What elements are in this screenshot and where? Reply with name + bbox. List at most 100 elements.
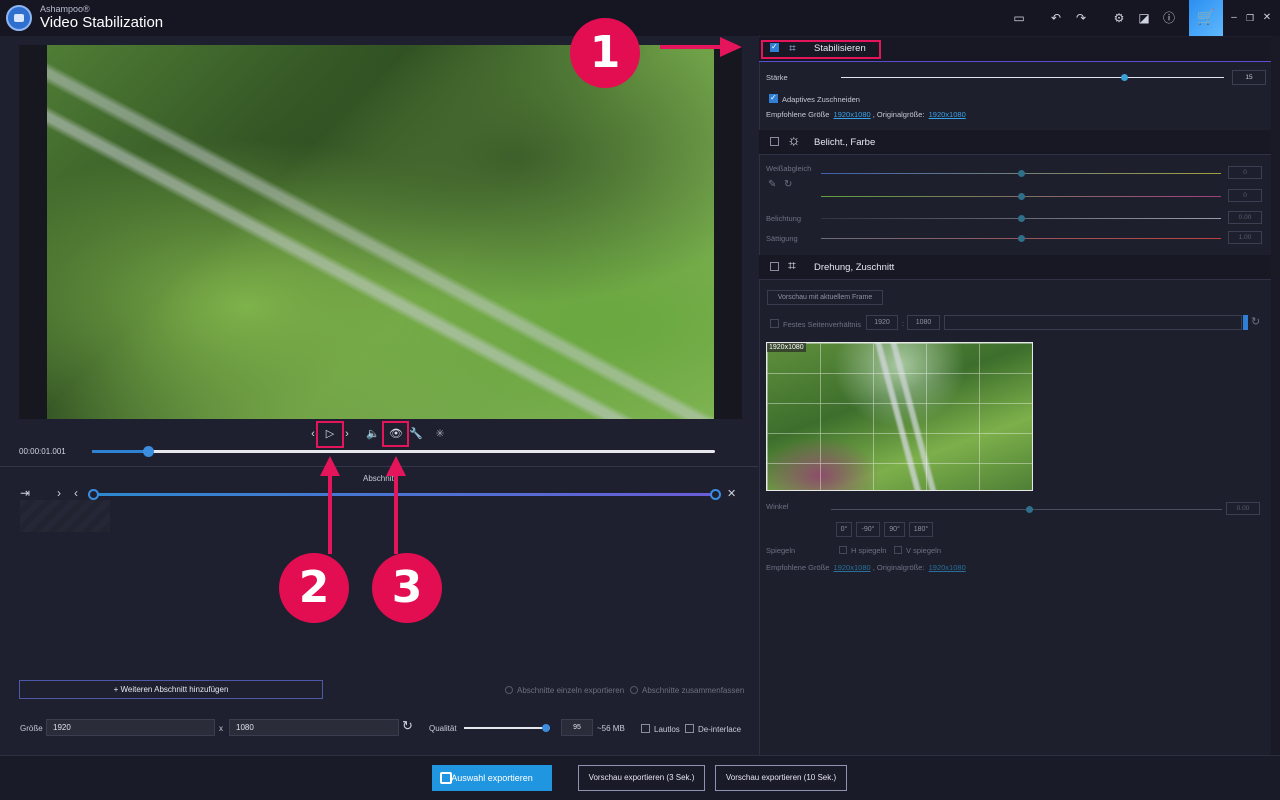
deinterlace-label: De-interlace <box>698 725 742 734</box>
volume-icon[interactable]: 🔈 <box>364 424 382 444</box>
checkbox-icon <box>641 724 650 733</box>
settings-scrollbar[interactable] <box>1271 36 1280 755</box>
angle-input[interactable]: 0.00 <box>1226 502 1260 515</box>
mirror-v-label: V spiegeln <box>906 546 942 555</box>
seek-handle[interactable] <box>143 446 155 457</box>
angle-minus90-button[interactable]: -90° <box>856 522 880 537</box>
quality-slider[interactable] <box>464 727 550 729</box>
reset-color-icon[interactable]: ↻ <box>784 179 792 190</box>
recommended-size-link[interactable]: 1920x1080 <box>834 110 871 119</box>
reset-ratio-icon[interactable]: ↻ <box>1251 315 1260 328</box>
eyedropper-icon[interactable]: ✎ <box>768 179 776 190</box>
checkbox-icon <box>770 262 779 271</box>
export-single-radio[interactable]: Abschnitte einzeln exportieren <box>505 686 624 695</box>
annotation-arrow-1-shaft <box>660 45 722 49</box>
rotation-header-underline <box>759 279 1271 280</box>
rotation-checkbox[interactable] <box>770 262 783 273</box>
stabilize-size-info: Empfohlene Größe 1920x1080 , Originalgrö… <box>766 110 966 119</box>
export-selection-button[interactable]: Auswahl exportieren <box>432 765 552 791</box>
saturation-handle[interactable] <box>1018 235 1025 242</box>
seek-bar-progress <box>92 450 149 453</box>
wrench-icon[interactable]: 🔧 <box>408 424 424 444</box>
annotation-badge-3: 3 <box>372 553 442 623</box>
info-icon[interactable]: ⓘ <box>1160 9 1178 27</box>
section-end-handle[interactable] <box>710 489 721 500</box>
mirror-v-checkbox[interactable]: V spiegeln <box>894 546 941 555</box>
height-input[interactable]: 1080 <box>229 719 399 736</box>
white-balance-handle-1[interactable] <box>1018 170 1025 177</box>
angle-0-button[interactable]: 0° <box>836 522 852 537</box>
section-prev-icon[interactable]: ‹ <box>74 486 78 500</box>
open-folder-icon[interactable]: ▭ <box>1010 9 1028 27</box>
section-next-icon[interactable]: › <box>57 486 61 500</box>
preview-current-frame-button[interactable]: Vorschau mit aktuellem Frame <box>767 290 883 305</box>
remove-section-icon[interactable]: ✕ <box>727 487 736 500</box>
add-section-button[interactable]: + Weiteren Abschnitt hinzufügen <box>19 680 323 699</box>
close-window-icon[interactable]: ✕ <box>1258 9 1276 27</box>
lossless-checkbox[interactable]: Lautlos <box>641 724 680 734</box>
checkbox-icon <box>839 546 847 554</box>
ratio-preset-select[interactable] <box>944 315 1242 330</box>
cart-icon[interactable]: 🛒 <box>1189 0 1223 36</box>
saturation-input[interactable]: 1.00 <box>1228 231 1262 244</box>
angle-label: Winkel <box>766 502 789 511</box>
annotation-arrow-2-head <box>320 456 340 476</box>
loading-spinner-icon: ✳ <box>435 428 445 440</box>
quality-handle[interactable] <box>541 724 550 732</box>
strength-slider[interactable] <box>841 77 1224 78</box>
crop-grid <box>767 343 1032 490</box>
recommended-size-link[interactable]: 1920x1080 <box>834 563 871 572</box>
angle-180-button[interactable]: 180° <box>909 522 933 537</box>
seek-bar[interactable] <box>92 450 715 453</box>
annotation-badge-1: 1 <box>570 18 640 88</box>
quality-label: Qualität <box>429 724 457 733</box>
settings-gear-icon[interactable]: ⚙ <box>1110 9 1128 27</box>
strength-label: Stärke <box>766 73 788 82</box>
restore-icon[interactable]: ❐ <box>1241 9 1259 27</box>
section-export-icon[interactable]: ⇥ <box>20 486 30 500</box>
crop-preview-image[interactable]: 1920x1080 <box>766 342 1033 491</box>
ratio-width-input[interactable]: 1920 <box>866 315 898 330</box>
checkbox-icon <box>770 319 779 328</box>
export-merge-radio[interactable]: Abschnitte zusammenfassen <box>630 686 744 695</box>
adaptive-crop-checkbox[interactable]: Adaptives Zuschneiden <box>769 93 860 104</box>
white-balance-input-2[interactable]: 0 <box>1228 189 1262 202</box>
redo-icon[interactable]: ↷ <box>1072 9 1090 27</box>
deinterlace-checkbox[interactable]: De-interlace <box>685 724 741 734</box>
adaptive-crop-label: Adaptives Zuschneiden <box>782 95 860 104</box>
white-balance-handle-2[interactable] <box>1018 193 1025 200</box>
width-input[interactable]: 1920 <box>46 719 215 736</box>
exposure-handle[interactable] <box>1018 215 1025 222</box>
original-size-link[interactable]: 1920x1080 <box>929 110 966 119</box>
export-preview-10s-button[interactable]: Vorschau exportieren (10 Sek.) <box>715 765 847 791</box>
app-title: Video Stabilization <box>40 14 164 31</box>
section-start-handle[interactable] <box>88 489 99 500</box>
annotation-arrow-3-shaft <box>394 474 398 554</box>
quality-input[interactable]: 95 <box>561 719 593 736</box>
saturation-label: Sättigung <box>766 234 798 243</box>
angle-handle[interactable] <box>1026 506 1033 513</box>
ratio-height-input[interactable]: 1080 <box>907 315 940 330</box>
exposure-checkbox[interactable] <box>770 137 783 148</box>
recommended-size-label: Empfohlene Größe <box>766 563 830 572</box>
white-balance-input-1[interactable]: 0 <box>1228 166 1262 179</box>
export-preview-3s-button[interactable]: Vorschau exportieren (3 Sek.) <box>578 765 705 791</box>
section-range-bar[interactable] <box>92 493 716 496</box>
fixed-ratio-checkbox[interactable]: Festes Seitenverhältnis <box>770 319 861 329</box>
annotation-highlight-stabilize <box>761 40 881 59</box>
exposure-label: Belichtung <box>766 214 802 223</box>
file-size: ~56 MB <box>597 724 625 733</box>
reset-size-icon[interactable]: ↻ <box>402 718 413 734</box>
mirror-h-checkbox[interactable]: H spiegeln <box>839 546 886 555</box>
media-icon[interactable]: ◪ <box>1135 9 1153 27</box>
section-thumbnail <box>20 500 110 532</box>
undo-icon[interactable]: ↶ <box>1047 9 1065 27</box>
original-size-link[interactable]: 1920x1080 <box>929 563 966 572</box>
angle-90-button[interactable]: 90° <box>884 522 905 537</box>
ratio-dropdown-arrow-icon[interactable] <box>1243 315 1248 330</box>
white-balance-label: Weißabgleich <box>766 164 812 173</box>
checkbox-icon <box>894 546 902 554</box>
mirror-label: Spiegeln <box>766 546 796 555</box>
exposure-input[interactable]: 0.00 <box>1228 211 1262 224</box>
strength-input[interactable]: 15 <box>1232 70 1266 85</box>
